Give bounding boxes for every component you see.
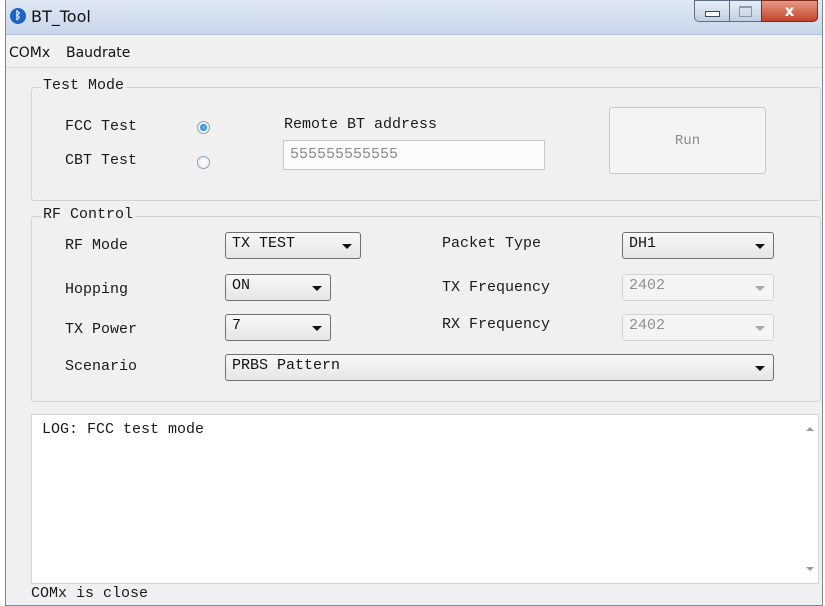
test-mode-group: Test Mode FCC Test CBT Test Remote BT ad… (31, 77, 821, 201)
window-controls: x (694, 0, 818, 23)
tx-power-label: TX Power (65, 321, 138, 338)
chevron-down-icon (755, 244, 765, 249)
scenario-label: Scenario (65, 358, 138, 375)
minimize-icon (704, 11, 720, 17)
close-button[interactable]: x (761, 0, 818, 22)
packet-type-value: DH1 (629, 235, 657, 252)
maximize-button[interactable] (729, 0, 761, 22)
chevron-down-icon (342, 244, 352, 249)
rf-mode-value: TX TEST (232, 235, 296, 252)
cbt-test-label: CBT Test (65, 152, 138, 169)
menu-comx[interactable]: COMx (9, 45, 50, 61)
packet-type-dropdown[interactable]: DH1 (622, 232, 774, 259)
hopping-label: Hopping (65, 281, 129, 298)
bluetooth-icon: ᛒ (10, 8, 26, 24)
chevron-down-icon (755, 366, 765, 371)
rf-mode-dropdown[interactable]: TX TEST (225, 232, 361, 259)
log-text: LOG: FCC test mode (42, 421, 205, 438)
fcc-test-radio[interactable] (197, 121, 210, 134)
hopping-dropdown[interactable]: ON (225, 274, 331, 301)
chevron-down-icon (312, 286, 322, 291)
rx-frequency-dropdown[interactable]: 2402 (622, 314, 774, 341)
status-bar-text: COMx is close (31, 585, 149, 602)
rf-control-legend: RF Control (41, 206, 136, 223)
hopping-value: ON (232, 277, 251, 294)
menu-divider (6, 67, 822, 68)
menu-bar: COMx Baudrate (6, 44, 822, 68)
tx-power-dropdown[interactable]: 7 (225, 314, 331, 341)
tx-frequency-value: 2402 (629, 277, 666, 294)
close-icon: x (784, 2, 795, 20)
fcc-test-label: FCC Test (65, 118, 138, 135)
run-button[interactable]: Run (609, 107, 766, 174)
scroll-down-icon[interactable] (806, 567, 814, 571)
remote-bt-address-label: Remote BT address (284, 116, 438, 133)
window-title: BT_Tool (31, 7, 91, 26)
title-bar[interactable]: ᛒ BT_Tool x (6, 0, 822, 35)
chevron-down-icon (755, 326, 765, 331)
app-window: ᛒ BT_Tool x COMx Baudrate Test Mode FCC … (5, 0, 823, 606)
maximize-icon (739, 5, 752, 17)
menu-baudrate[interactable]: Baudrate (66, 45, 130, 61)
scenario-value: PRBS Pattern (232, 357, 341, 374)
scenario-dropdown[interactable]: PRBS Pattern (225, 354, 774, 381)
rf-mode-label: RF Mode (65, 237, 129, 254)
log-textarea[interactable]: LOG: FCC test mode (31, 414, 819, 584)
rx-frequency-value: 2402 (629, 317, 666, 334)
rx-frequency-label: RX Frequency (442, 316, 551, 333)
test-mode-legend: Test Mode (41, 77, 127, 94)
minimize-button[interactable] (694, 0, 729, 22)
scroll-up-icon[interactable] (806, 427, 814, 431)
cbt-test-radio[interactable] (197, 156, 210, 169)
tx-frequency-dropdown[interactable]: 2402 (622, 274, 774, 301)
tx-power-value: 7 (232, 317, 242, 334)
chevron-down-icon (312, 326, 322, 331)
tx-frequency-label: TX Frequency (442, 279, 551, 296)
rf-control-group: RF Control RF Mode TX TEST Packet Type D… (31, 206, 821, 402)
remote-bt-address-input[interactable]: 555555555555 (283, 140, 545, 170)
chevron-down-icon (755, 286, 765, 291)
packet-type-label: Packet Type (442, 235, 542, 252)
